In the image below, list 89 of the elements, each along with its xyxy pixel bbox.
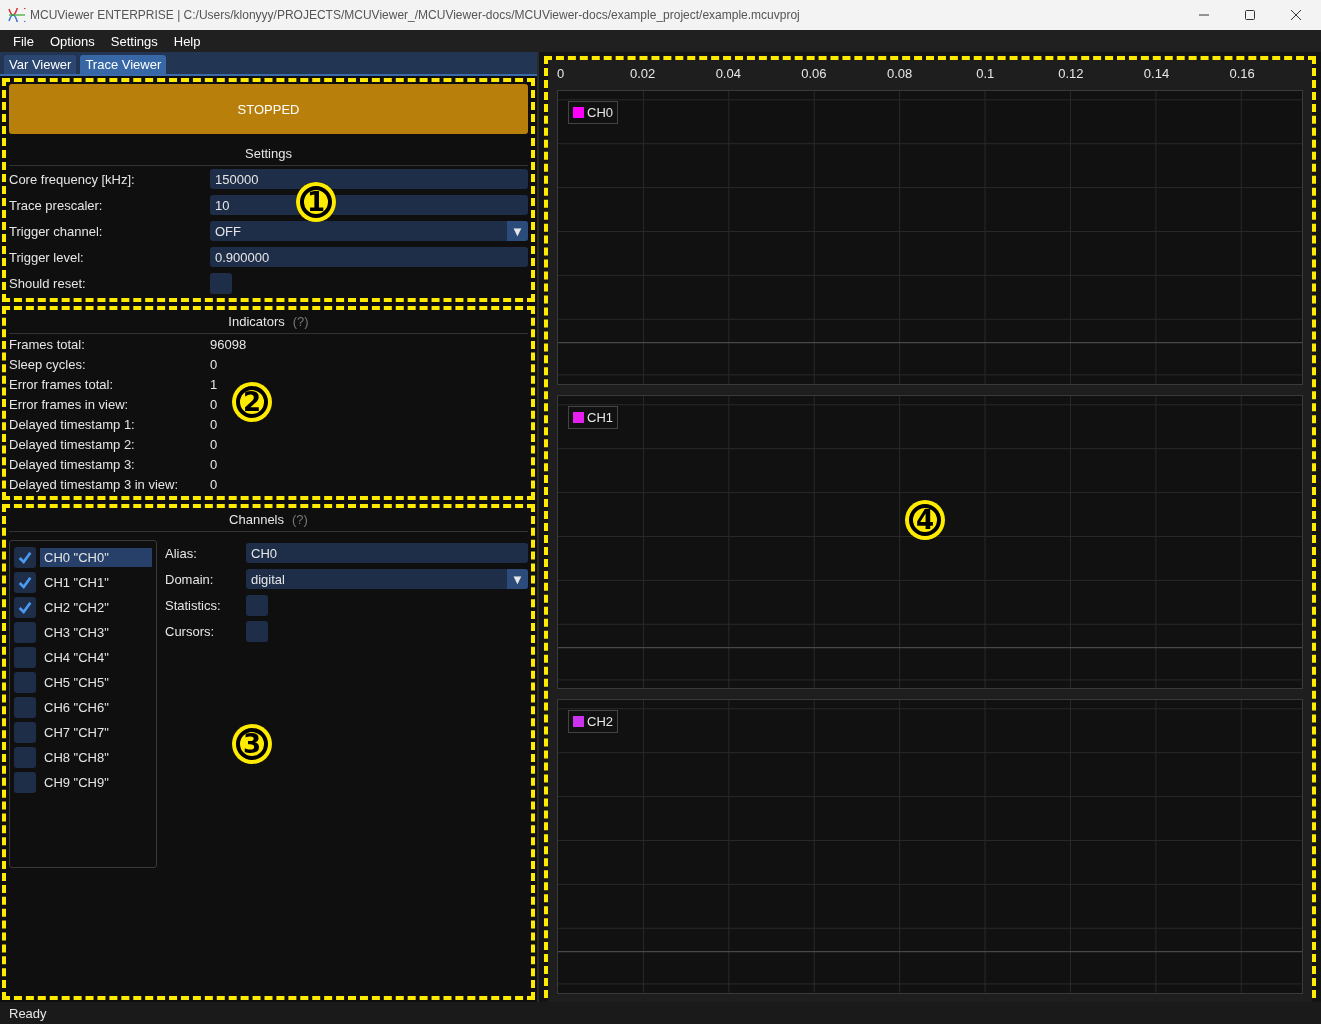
checkbox[interactable] <box>14 747 36 768</box>
checkbox[interactable] <box>14 722 36 743</box>
window-title: MCUViewer ENTERPRISE | C:/Users/klonyyy/PROJECTS/MCUViewer_/MCUViewer-docs/MCUViewer-docs/example_project/example.mcuvproj <box>30 8 800 22</box>
axis-tick-label: 0 <box>557 66 565 81</box>
channel-item[interactable]: CH3 "CH3" <box>40 623 152 642</box>
menu-item[interactable]: Options <box>41 33 103 49</box>
indicator-label: Error frames total: <box>9 376 115 392</box>
checkbox[interactable] <box>14 622 36 643</box>
checkbox[interactable] <box>14 597 36 618</box>
indicator-label: Delayed timestamp 1: <box>9 416 136 432</box>
indicator-label: Delayed timestamp 2: <box>9 436 136 452</box>
field-label: Trace prescaler: <box>9 197 104 213</box>
dropdown[interactable]: digital ▼ <box>246 569 528 589</box>
field-label: Cursors: <box>165 623 216 639</box>
axis-tick-label: 0.04 <box>715 66 741 81</box>
channel-item[interactable]: CH2 "CH2" <box>40 598 152 617</box>
indicator-value: 0 <box>210 396 218 412</box>
indicator-label: Delayed timestamp 3 in view: <box>9 476 180 492</box>
indicator-value: 0 <box>210 416 218 432</box>
help-marker[interactable]: (?) <box>292 512 308 527</box>
checkbox[interactable] <box>14 697 36 718</box>
indicator-value: 0 <box>210 436 218 452</box>
indicator-label: Sleep cycles: <box>9 356 87 372</box>
section-title: Indicators <box>228 314 285 329</box>
checkbox[interactable] <box>14 572 36 593</box>
checkbox[interactable] <box>210 272 232 294</box>
close-icon[interactable] <box>1291 10 1301 20</box>
axis-tick-label: 0.1 <box>976 66 995 81</box>
channel-item[interactable]: CH9 "CH9" <box>40 773 152 792</box>
checkbox[interactable] <box>246 620 268 642</box>
input-field[interactable]: 150000 <box>210 169 528 189</box>
indicator-label: Frames total: <box>9 336 86 352</box>
indicator-value: 96098 <box>210 336 247 352</box>
field-label: Trigger channel: <box>9 223 104 239</box>
indicator-value: 0 <box>210 456 218 472</box>
checkbox[interactable] <box>14 672 36 693</box>
channel-item[interactable]: CH7 "CH7" <box>40 723 152 742</box>
plot[interactable]: CH0 <box>557 90 1303 385</box>
checkmark-icon <box>17 574 33 591</box>
indicator-value: 1 <box>210 376 218 392</box>
indicator-value: 0 <box>210 476 218 492</box>
channel-item[interactable]: CH8 "CH8" <box>40 748 152 767</box>
indicator-label: Error frames in view: <box>9 396 130 412</box>
field-label: Trigger level: <box>9 249 85 265</box>
legend-label: CH0 <box>587 105 613 120</box>
menu-item[interactable]: Help <box>165 33 209 49</box>
axis-tick-label: 0.12 <box>1058 66 1084 81</box>
tab[interactable]: Trace Viewer <box>80 55 167 74</box>
menu-item[interactable]: File <box>5 33 42 49</box>
checkmark-icon <box>17 549 33 566</box>
section-title: Channels <box>229 512 284 527</box>
channel-item[interactable]: CH4 "CH4" <box>40 648 152 667</box>
field-label: Core frequency [kHz]: <box>9 171 136 187</box>
indicator-label: Delayed timestamp 3: <box>9 456 136 472</box>
legend-label: CH2 <box>587 714 613 730</box>
section-title: Settings <box>245 146 292 161</box>
field-label: Statistics: <box>165 597 222 613</box>
checkmark-icon <box>17 599 33 616</box>
channel-item[interactable]: CH5 "CH5" <box>40 673 152 692</box>
input-field[interactable]: 0.900000 <box>210 247 528 267</box>
help-marker[interactable]: (?) <box>292 314 309 329</box>
callout-badge: 2 <box>232 382 272 422</box>
field-label: Domain: <box>165 571 215 587</box>
axis-tick-label: 0.16 <box>1229 66 1255 81</box>
input-field[interactable]: CH0 <box>246 543 528 563</box>
checkbox[interactable] <box>14 647 36 668</box>
axis-tick-label: 0.14 <box>1143 66 1170 81</box>
tab[interactable]: Var Viewer <box>4 55 77 74</box>
app-icon <box>8 8 26 22</box>
maximize-icon[interactable] <box>1245 10 1255 20</box>
callout-badge: 1 <box>296 182 336 222</box>
axis-tick-label: 0.06 <box>801 66 827 81</box>
checkbox[interactable] <box>14 547 36 568</box>
field-label: Should reset: <box>9 275 87 291</box>
dropdown[interactable]: OFF ▼ <box>210 221 528 241</box>
axis-tick-label: 0.02 <box>630 66 656 81</box>
field-label: Alias: <box>165 545 198 561</box>
checkbox[interactable] <box>14 772 36 793</box>
channel-item[interactable]: CH1 "CH1" <box>40 573 152 592</box>
checkbox[interactable] <box>246 594 268 616</box>
legend-label: CH1 <box>587 409 613 425</box>
axis-tick-label: 0.08 <box>886 66 913 81</box>
channel-item[interactable]: CH0 "CH0" <box>40 548 152 567</box>
status-text: Ready <box>9 1005 47 1021</box>
callout-badge: 3 <box>232 724 272 764</box>
plot[interactable]: CH2 <box>557 699 1303 994</box>
indicator-value: 0 <box>210 356 218 372</box>
channel-item[interactable]: CH6 "CH6" <box>40 698 152 717</box>
menu-item[interactable]: Settings <box>102 33 166 49</box>
